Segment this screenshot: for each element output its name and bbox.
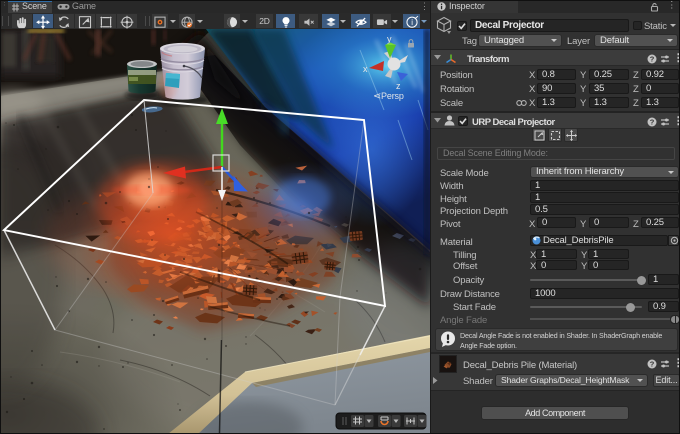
svg-text:x: x xyxy=(363,64,368,74)
svg-text:?: ? xyxy=(650,360,655,369)
svg-text:i: i xyxy=(411,18,413,27)
svg-text:Persp: Persp xyxy=(381,91,404,101)
svg-text:⋖: ⋖ xyxy=(373,91,381,102)
svg-text:y: y xyxy=(387,34,392,44)
svg-text:?: ? xyxy=(650,55,655,64)
svg-text:?: ? xyxy=(650,118,655,127)
svg-text:z: z xyxy=(396,81,401,91)
